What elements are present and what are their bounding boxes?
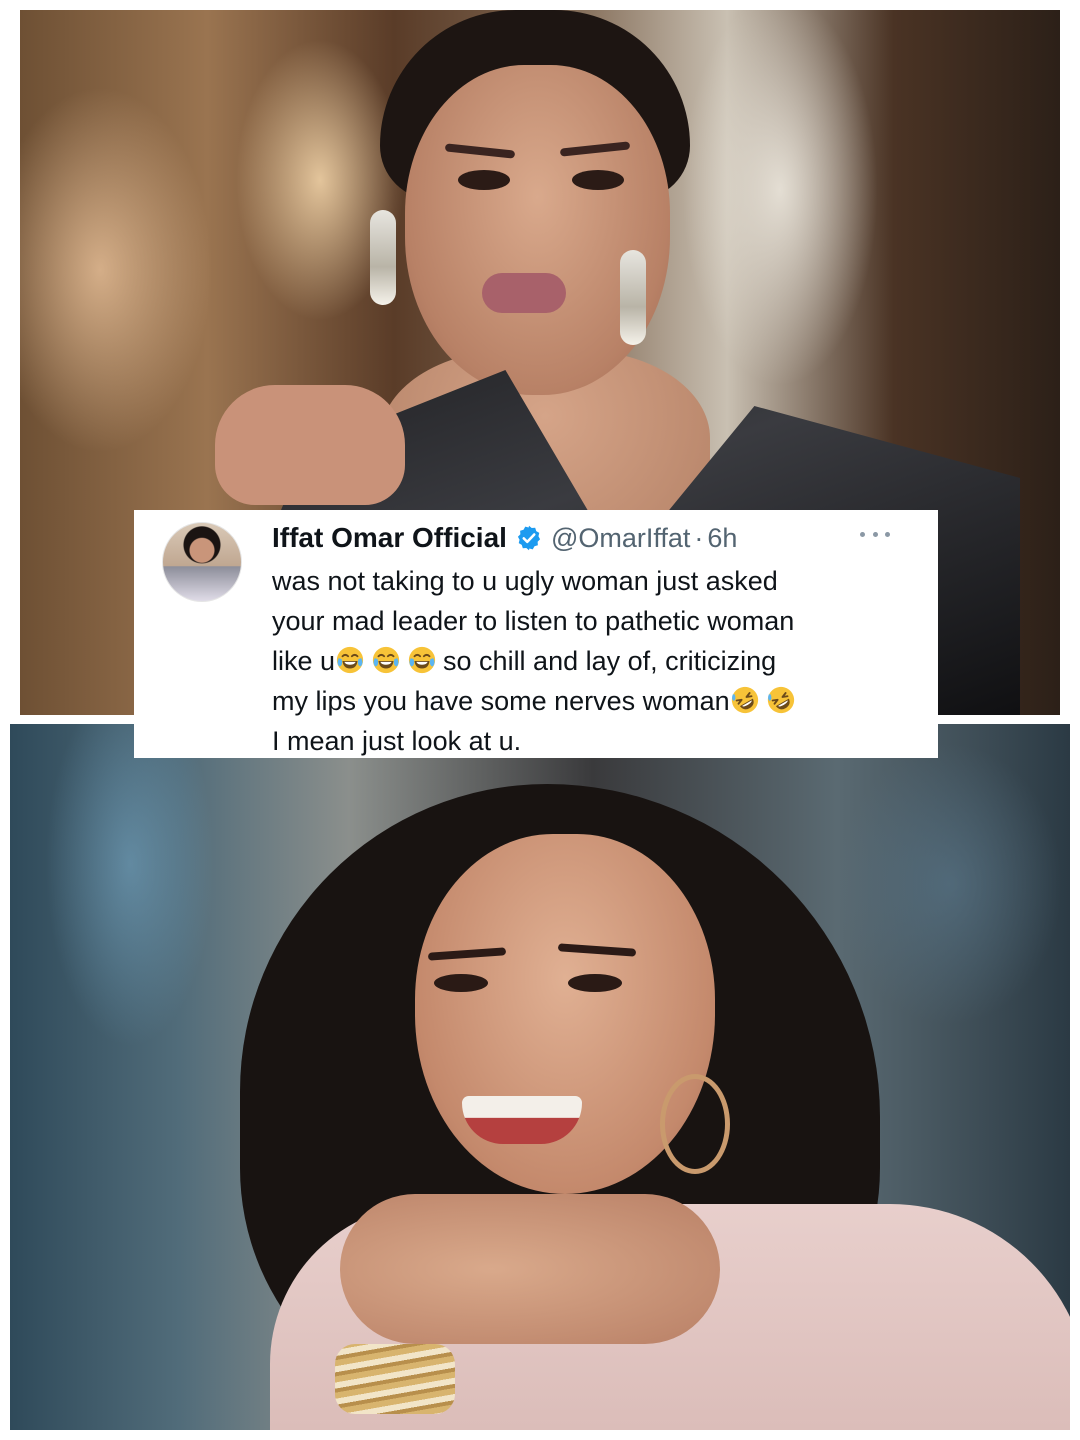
timestamp[interactable]: 6h [707,523,737,554]
bottom-photo-eye-left [434,974,488,992]
bottom-photo-smile [462,1096,582,1144]
tweet-text: was not taking to u ugly woman just aske… [272,561,912,761]
tweet-header: Iffat Omar Official @OmarIffat · 6h [272,518,737,558]
tweet-line-3-start: like u [272,646,336,676]
rolling-laughing-emoji-icon [767,686,794,714]
tweet-line-3-end: so chill and lay of, criticizing [443,646,777,676]
top-photo-lips [482,273,566,313]
top-photo-eye-right [572,170,624,190]
tweet-line-5: I mean just look at u. [272,726,522,756]
bottom-photo-hoop-earring [660,1074,730,1174]
separator-dot: · [694,522,704,553]
tears-of-joy-emoji-icon [336,646,364,674]
tweet-line-2: your mad leader to listen to pathetic wo… [272,606,795,636]
tears-of-joy-emoji-icon [408,646,436,674]
tweet-line-1: was not taking to u ugly woman just aske… [272,566,778,596]
tweet-line-4: my lips you have some nerves woman [272,681,912,721]
top-photo-earring-right [620,250,646,345]
top-photo-hand [215,385,405,505]
handle[interactable]: @OmarIffat [551,523,690,554]
top-photo-earring-left [370,210,396,305]
top-photo-eye-left [458,170,510,190]
bottom-photo-eye-right [568,974,622,992]
avatar[interactable] [162,522,242,602]
bottom-photo-arm [340,1194,720,1344]
collage: Iffat Omar Official @OmarIffat · 6h was … [0,0,1080,1440]
tweet-line-3: like u so chill and lay of, criticizing [272,641,912,681]
tears-of-joy-emoji-icon [372,646,400,674]
rolling-laughing-emoji-icon [731,686,758,714]
display-name[interactable]: Iffat Omar Official [272,522,507,554]
top-photo-face [405,65,670,395]
tweet-line-4-text: my lips you have some nerves woman [272,686,730,716]
bottom-photo-bracelets [335,1344,455,1414]
more-options-icon[interactable] [860,524,890,544]
verified-badge-icon [517,525,541,551]
tweet-card[interactable]: Iffat Omar Official @OmarIffat · 6h was … [134,510,938,758]
bottom-photo [10,724,1070,1430]
